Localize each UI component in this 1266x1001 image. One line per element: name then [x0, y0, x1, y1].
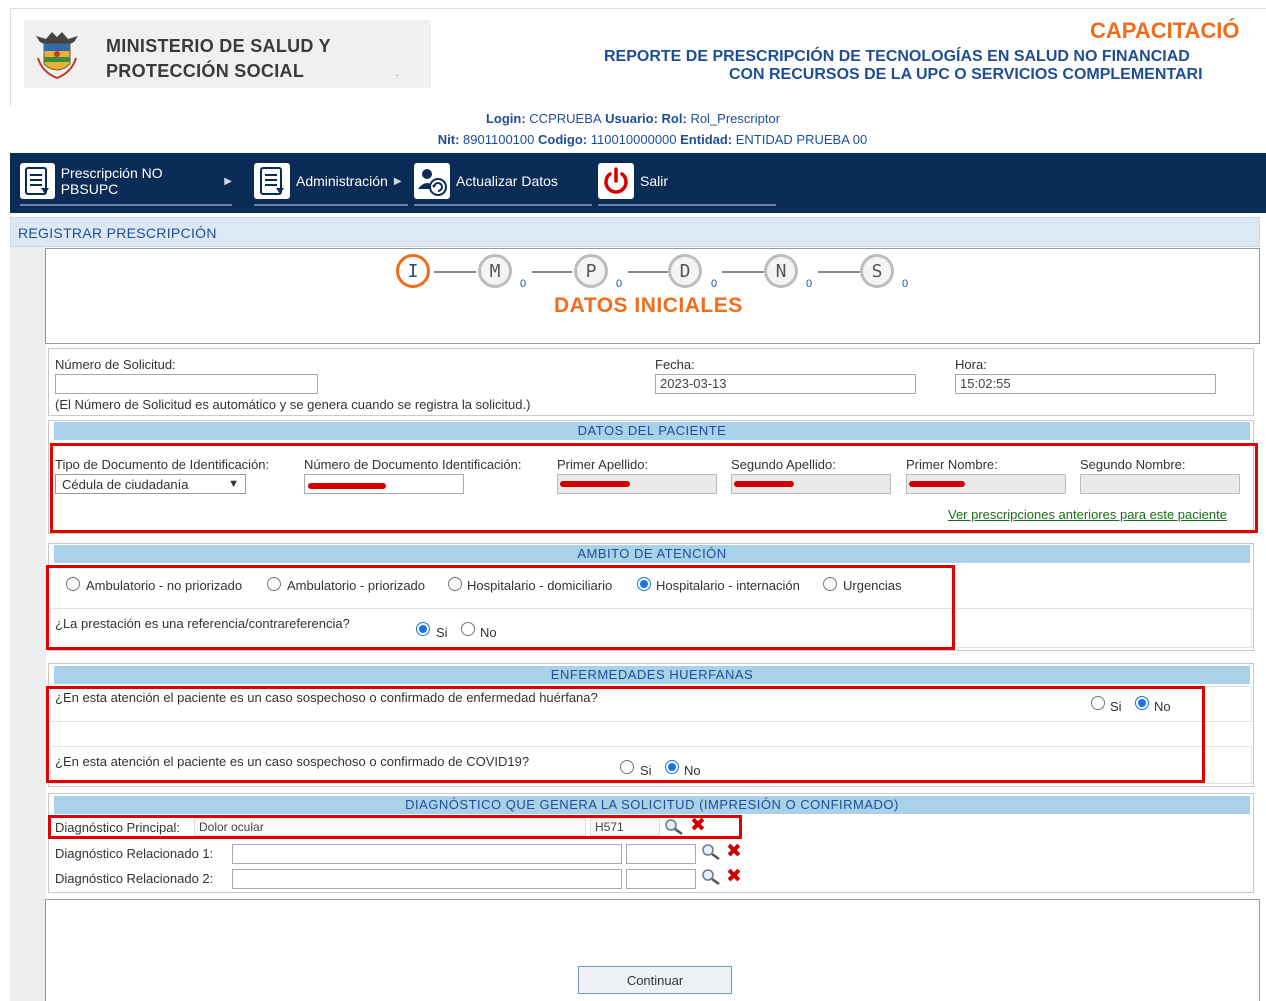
- nav-administracion-label: Administración: [296, 173, 388, 189]
- diag-rel2-desc-field[interactable]: [232, 869, 622, 889]
- user-refresh-icon: [414, 163, 450, 199]
- session-entity-line: Nit: 8901100100 Codigo: 110010000000 Ent…: [0, 132, 1266, 147]
- step-m-count: 0: [520, 278, 527, 290]
- report-title-line-1: REPORTE DE PRESCRIPCIÓN DE TECNOLOGÍAS E…: [604, 48, 1190, 65]
- ambito-section-header: AMBITO DE ATENCIÓN: [54, 545, 1250, 563]
- nav-prescripcion[interactable]: Prescripción NO PBSUPC ▶: [20, 158, 232, 206]
- huerfanas-section-header: ENFERMEDADES HUERFANAS: [54, 666, 1250, 684]
- nav-actualizar-label: Actualizar Datos: [456, 173, 558, 189]
- nit-value: 8901100100: [463, 132, 535, 147]
- step-inicial-letter: I: [407, 260, 419, 282]
- rol-label: Rol:: [661, 111, 687, 126]
- fecha-field[interactable]: 2023-03-13: [655, 374, 916, 394]
- step-d-count: 0: [711, 278, 718, 290]
- nav-salir[interactable]: Salir: [598, 158, 776, 206]
- diagnostico-section-header: DIAGNÓSTICO QUE GENERA LA SOLICITUD (IMP…: [54, 796, 1250, 814]
- power-icon: [598, 163, 634, 199]
- codigo-label: Codigo:: [538, 132, 588, 147]
- chevron-right-icon: ▶: [393, 175, 402, 187]
- ministry-name: MINISTERIO DE SALUD Y PROTECCIÓN SOCIAL: [106, 34, 331, 84]
- section-title: REGISTRAR PRESCRIPCIÓN: [18, 225, 217, 241]
- step-dispositivos[interactable]: D: [668, 254, 702, 288]
- entidad-value: ENTIDAD PRUEBA 00: [735, 132, 868, 147]
- chevron-right-icon: ▶: [224, 175, 232, 187]
- numero-solicitud-note: (El Número de Solicitud es automático y …: [55, 397, 531, 412]
- colombia-seal-icon: [36, 32, 78, 80]
- hora-label: Hora:: [955, 357, 987, 372]
- step-inicial[interactable]: I: [396, 254, 430, 288]
- continuar-button[interactable]: Continuar: [578, 966, 732, 994]
- session-login-line: Login: CCPRUEBA Usuario: Rol: Rol_Prescr…: [0, 111, 1266, 126]
- diag-rel2-code-field[interactable]: [626, 869, 696, 889]
- step-p-letter: P: [585, 260, 597, 282]
- document-list-icon: [254, 163, 290, 199]
- environment-label: CAPACITACIÓ: [1090, 18, 1240, 43]
- step-title: DATOS INICIALES: [554, 294, 743, 317]
- report-title-line-2: CON RECURSOS DE LA UPC O SERVICIOS COMPL…: [729, 66, 1203, 83]
- step-s-letter: S: [871, 260, 883, 282]
- step-medicamentos[interactable]: M: [478, 254, 512, 288]
- usuario-label: Usuario:: [605, 111, 658, 126]
- highlight-box: [46, 565, 955, 650]
- search-icon[interactable]: [701, 843, 721, 861]
- ministry-line-2: PROTECCIÓN SOCIAL: [106, 61, 305, 81]
- step-procedimientos[interactable]: P: [574, 254, 608, 288]
- step-m-letter: M: [489, 260, 501, 282]
- step-nutricionales[interactable]: N: [764, 254, 798, 288]
- step-p-count: 0: [616, 278, 623, 290]
- diag-rel1-label: Diagnóstico Relacionado 1:: [55, 846, 214, 861]
- ministry-line-1: MINISTERIO DE SALUD Y: [106, 36, 331, 56]
- step-d-letter: D: [679, 260, 691, 282]
- step-s-count: 0: [902, 278, 909, 290]
- login-value: CCPRUEBA: [529, 111, 602, 126]
- highlight-box: [48, 815, 742, 839]
- login-label: Login:: [485, 111, 526, 126]
- codigo-value: 110010000000: [590, 132, 677, 147]
- step-servicios[interactable]: S: [860, 254, 894, 288]
- diag-rel1-desc-field[interactable]: [232, 844, 622, 864]
- left-gutter: [10, 247, 46, 1001]
- nav-prescripcion-label: Prescripción NO PBSUPC: [60, 165, 163, 197]
- nav-actualizar-datos[interactable]: Actualizar Datos: [414, 158, 592, 206]
- diag-rel1-code-field[interactable]: [626, 844, 696, 864]
- paciente-section-header: DATOS DEL PACIENTE: [54, 422, 1250, 440]
- ministry-dot: .: [396, 68, 399, 79]
- search-icon[interactable]: [701, 868, 721, 886]
- step-connector: [628, 271, 668, 273]
- highlight-box: [46, 686, 1205, 783]
- numero-solicitud-label: Número de Solicitud:: [55, 357, 176, 372]
- step-connector: [722, 271, 764, 273]
- rol-value: Rol_Prescriptor: [690, 111, 781, 126]
- entidad-label: Entidad:: [680, 132, 733, 147]
- document-list-icon: [20, 163, 55, 199]
- clear-icon[interactable]: ✖: [726, 842, 742, 861]
- step-n-letter: N: [775, 260, 787, 282]
- step-connector: [434, 271, 476, 273]
- step-connector: [532, 271, 572, 273]
- numero-solicitud-field[interactable]: [55, 374, 318, 394]
- clear-icon[interactable]: ✖: [726, 867, 742, 886]
- step-n-count: 0: [806, 278, 813, 290]
- hora-field[interactable]: 15:02:55: [955, 374, 1216, 394]
- nav-administracion[interactable]: Administración ▶: [254, 158, 408, 206]
- nit-label: Nit:: [437, 132, 460, 147]
- step-connector: [818, 271, 860, 273]
- highlight-box: [50, 443, 1258, 533]
- diag-rel2-label: Diagnóstico Relacionado 2:: [55, 871, 214, 886]
- nav-salir-label: Salir: [640, 173, 669, 189]
- fecha-label: Fecha:: [655, 357, 695, 372]
